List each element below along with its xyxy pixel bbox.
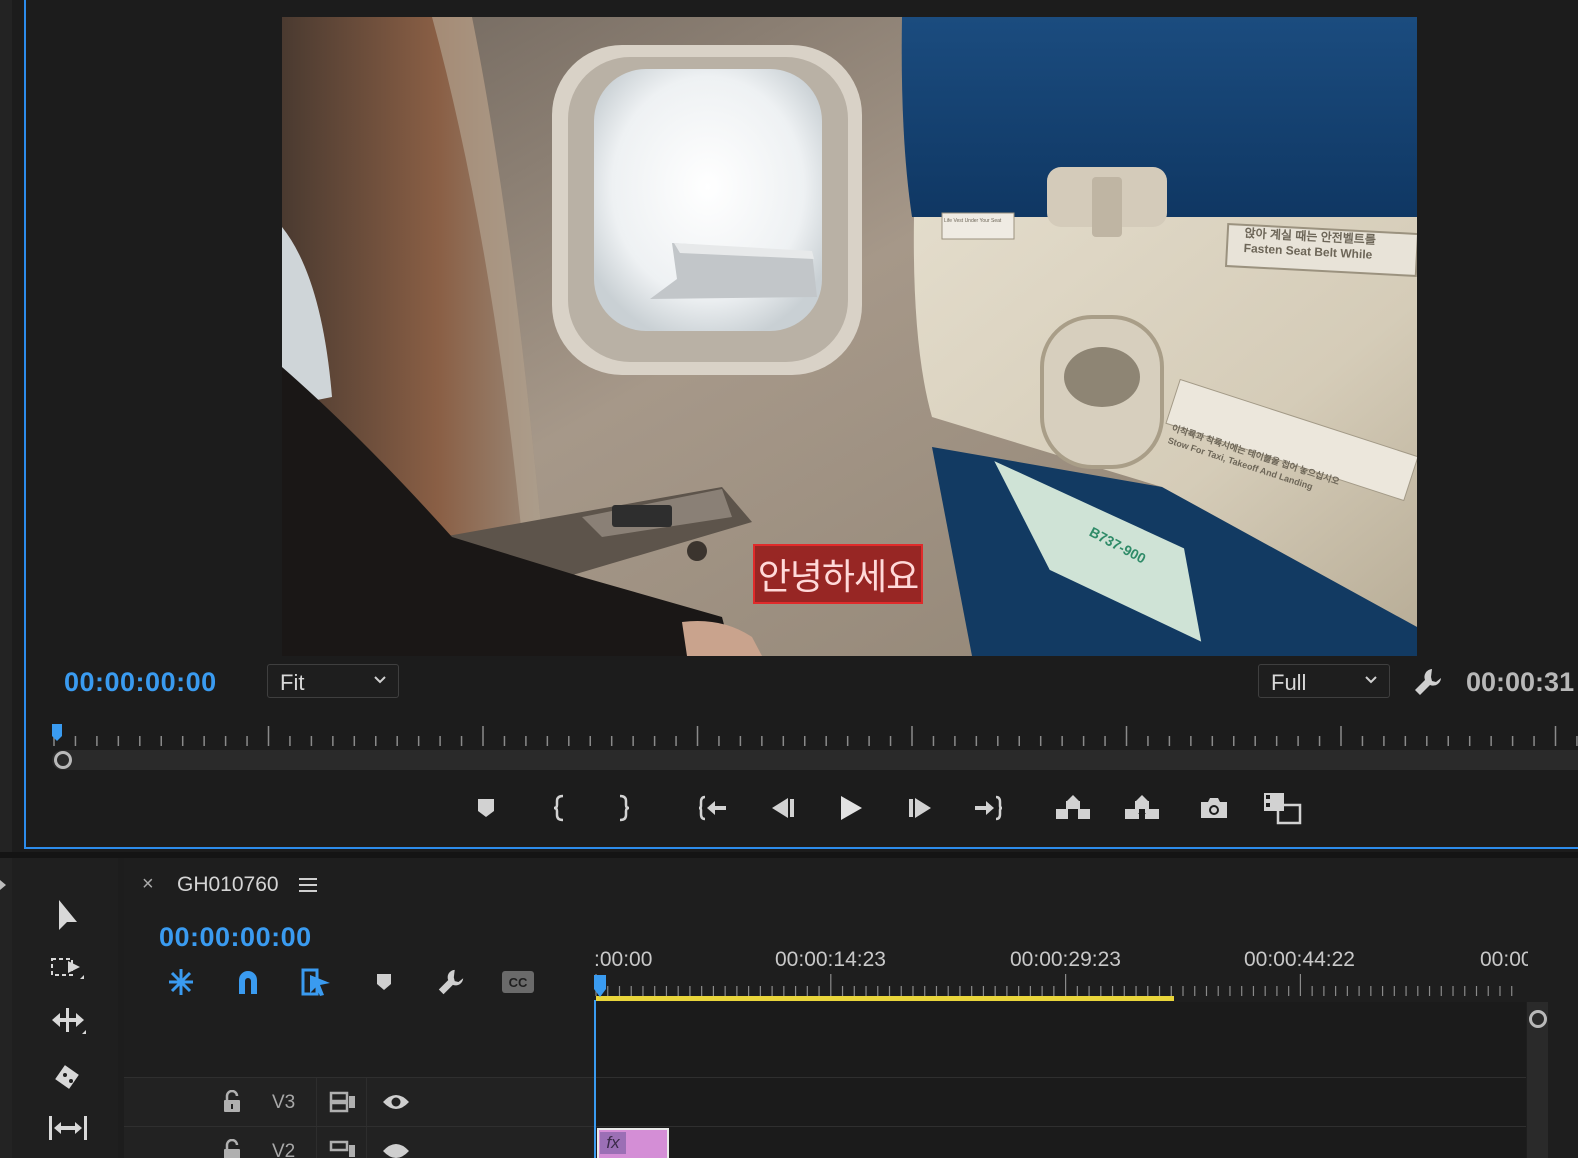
sync-lock-icon[interactable] [327,1086,359,1118]
program-monitor-panel: 앉아 계실 때는 안전벨트를 Fasten Seat Belt While Li… [0,0,1578,852]
sync-lock-icon[interactable] [327,1135,359,1158]
track-header-v2[interactable]: V2 [124,1126,594,1158]
close-icon[interactable]: × [142,873,162,897]
linked-selection-icon[interactable] [296,964,336,1000]
life-vest-placard: Life Vest Under Your Seat [944,218,1016,225]
track-header-v3[interactable]: V3 [124,1077,594,1127]
timeline-playhead-timecode[interactable]: 00:00:00:00 [159,922,312,953]
life-vest-text: Life Vest Under Your Seat [944,218,1002,224]
playback-resolution-value: Full [1271,670,1307,695]
monitor-time-ruler[interactable] [52,722,1578,750]
chevron-down-icon [1365,676,1377,684]
play-icon[interactable] [830,788,870,828]
eye-icon[interactable] [380,1086,412,1118]
razor-tool-icon[interactable] [44,1054,92,1098]
video-preview[interactable]: 앉아 계실 때는 안전벨트를 Fasten Seat Belt While Li… [282,17,1417,656]
comparison-view-icon[interactable] [1262,788,1302,828]
track-label-v3: V3 [272,1092,296,1113]
go-to-in-icon[interactable] [693,788,733,828]
snap-magnet-icon[interactable] [228,964,268,1000]
timeline-settings-wrench-icon[interactable] [431,964,471,1000]
left-panel-gutter [0,0,12,852]
timeline-playhead-line[interactable] [594,1000,596,1158]
ripple-edit-tool-icon[interactable] [44,998,92,1042]
track-header-separator [316,1078,317,1127]
export-frame-icon[interactable] [1194,788,1234,828]
ruler-ticks [595,974,1513,996]
sequence-tab-title[interactable]: GH010760 [177,873,279,897]
insert-nest-icon[interactable] [161,964,201,1000]
zoom-level-value: Fit [280,670,305,695]
svg-text:CC: CC [509,975,528,990]
work-area-bar[interactable] [596,996,1174,1001]
add-marker-icon[interactable] [364,964,404,1000]
track-label-v2: V2 [272,1141,296,1158]
mark-in-icon[interactable] [540,788,580,828]
tools-panel-edge [0,858,12,1158]
playback-resolution-dropdown[interactable]: Full [1258,664,1390,698]
mark-out-icon[interactable] [603,788,643,828]
timeline-time-ruler[interactable]: :00:00 00:00:14:23 00:00:29:23 00:00:44:… [594,944,1528,1002]
vertical-scroll-handle[interactable] [1529,1010,1547,1028]
tools-panel [0,858,118,1158]
track-row-v3[interactable] [596,1077,1526,1126]
subtitle-graphic[interactable]: 안녕하세요 [753,544,923,604]
track-header-separator [316,1127,317,1158]
track-row-v2[interactable] [596,1126,1526,1158]
chevron-down-icon [374,676,386,684]
panel-menu-icon[interactable] [298,876,318,894]
timeline-playhead-icon[interactable] [594,975,606,997]
monitor-zoom-scrollbar[interactable] [52,750,1578,770]
zoom-scrollbar-handle[interactable] [54,751,72,769]
lock-icon[interactable] [216,1135,248,1158]
track-header-separator [366,1078,367,1127]
lock-icon[interactable] [216,1086,248,1118]
program-playhead-timecode[interactable]: 00:00:00:00 [64,667,217,698]
wrench-icon[interactable] [1412,666,1444,698]
extract-icon[interactable] [1122,788,1162,828]
fx-badge: fx [600,1132,626,1154]
go-to-out-icon[interactable] [968,788,1008,828]
captions-icon[interactable]: CC [498,964,538,1000]
track-select-forward-tool-icon[interactable] [44,946,92,990]
transport-controls [0,788,1578,832]
lift-icon[interactable] [1053,788,1093,828]
subtitle-text: 안녕하세요 [757,557,920,598]
step-forward-icon[interactable] [901,788,941,828]
add-marker-icon[interactable] [466,788,506,828]
slip-tool-icon[interactable] [44,1106,92,1150]
eye-icon[interactable] [380,1135,412,1158]
track-header-separator [366,1127,367,1158]
panel-expand-icon[interactable] [0,878,8,892]
sequence-duration-timecode: 00:00:31 [1466,667,1575,697]
zoom-level-dropdown[interactable]: Fit [267,664,399,698]
selection-tool-icon[interactable] [44,894,92,938]
step-back-icon[interactable] [762,788,802,828]
